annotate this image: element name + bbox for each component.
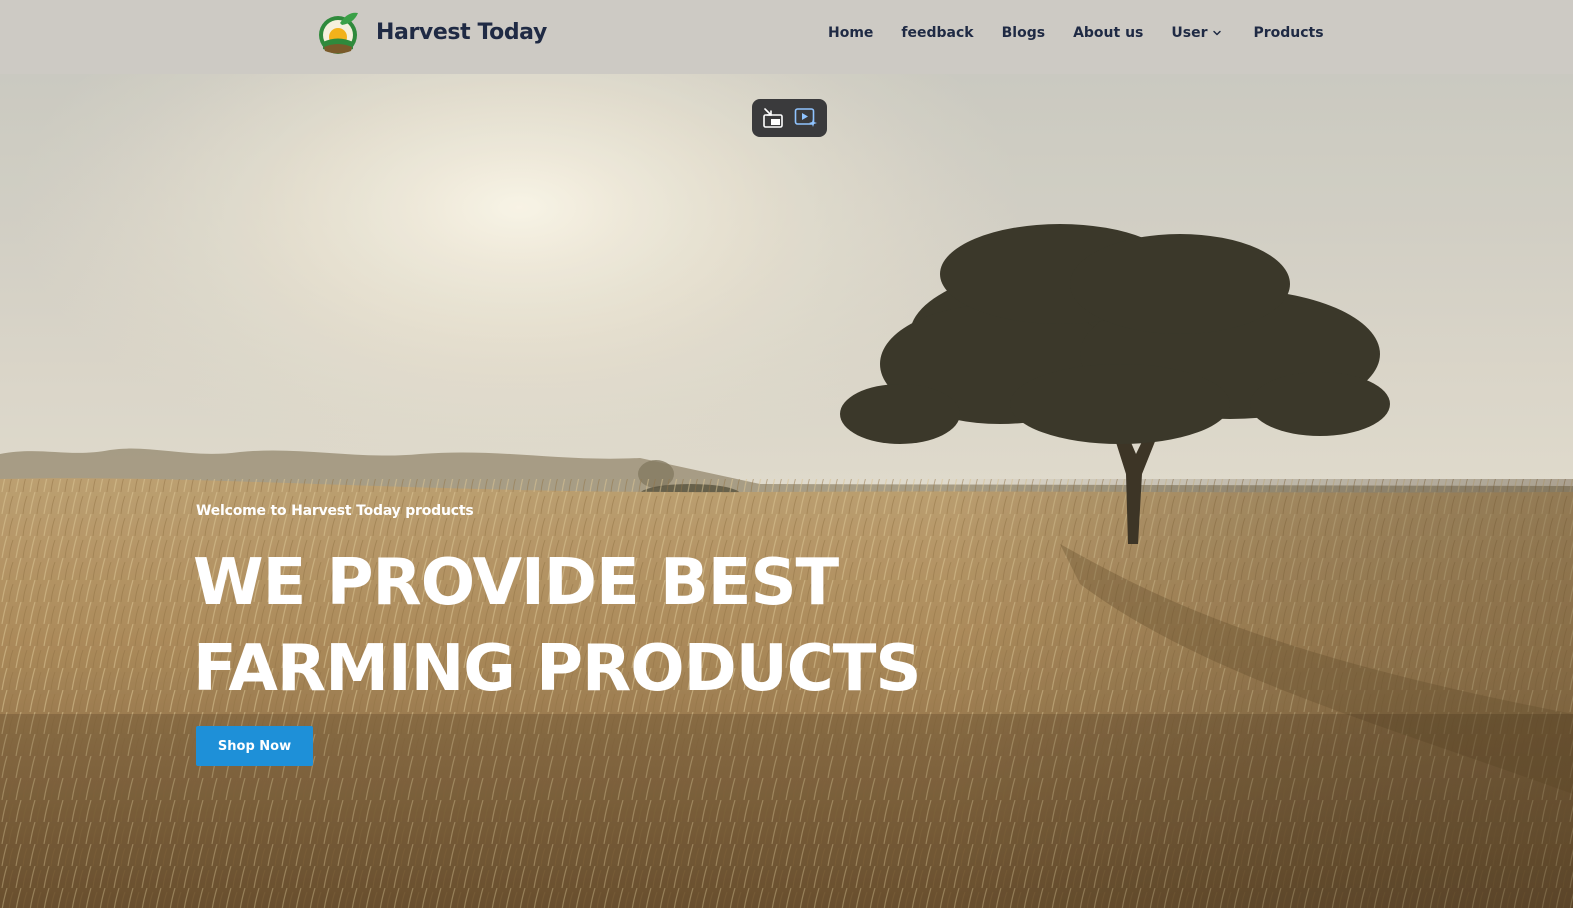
video-enhance-icon [794, 108, 818, 127]
brand-name: Harvest Today [376, 19, 547, 45]
nav-home[interactable]: Home [828, 25, 873, 41]
nav-blogs-label: Blogs [1001, 25, 1046, 41]
nav-home-label: Home [828, 25, 874, 41]
brand-logo-link[interactable]: Harvest Today [318, 9, 547, 57]
nav-user-dropdown[interactable]: User [1171, 25, 1225, 41]
hero-section [0, 74, 1573, 908]
nav-about-us[interactable]: About us [1073, 25, 1143, 41]
video-overlay-controls [752, 99, 827, 137]
hero-headline-line-1: We Provide Best [193, 546, 839, 620]
harvest-logo-icon [319, 12, 358, 54]
site-header: Harvest Today Home feedback Blogs About … [0, 0, 1573, 74]
hero-welcome-text: Welcome to Harvest Today products [196, 503, 474, 519]
shop-now-button[interactable]: Shop Now [196, 726, 313, 766]
nav-user-label: User [1171, 25, 1208, 41]
hero-headline: We Provide Best Farming Products [193, 540, 921, 712]
hero-background-image [0, 74, 1573, 908]
chevron-down-icon [1213, 30, 1222, 36]
nav-products-label: Products [1253, 25, 1324, 41]
exit-picture-in-picture-button[interactable] [760, 105, 786, 131]
nav-products[interactable]: Products [1253, 25, 1323, 41]
video-enhance-button[interactable] [793, 105, 819, 131]
nav-feedback-label: feedback [901, 25, 974, 41]
main-nav: Home feedback Blogs About us User Produc… [828, 25, 1324, 41]
nav-about-us-label: About us [1073, 25, 1144, 41]
hero-headline-line-2: Farming Products [193, 632, 921, 706]
nav-feedback[interactable]: feedback [901, 25, 973, 41]
page: Harvest Today Home feedback Blogs About … [0, 0, 1573, 908]
exit-picture-in-picture-icon [762, 108, 783, 128]
nav-blogs[interactable]: Blogs [1002, 25, 1045, 41]
